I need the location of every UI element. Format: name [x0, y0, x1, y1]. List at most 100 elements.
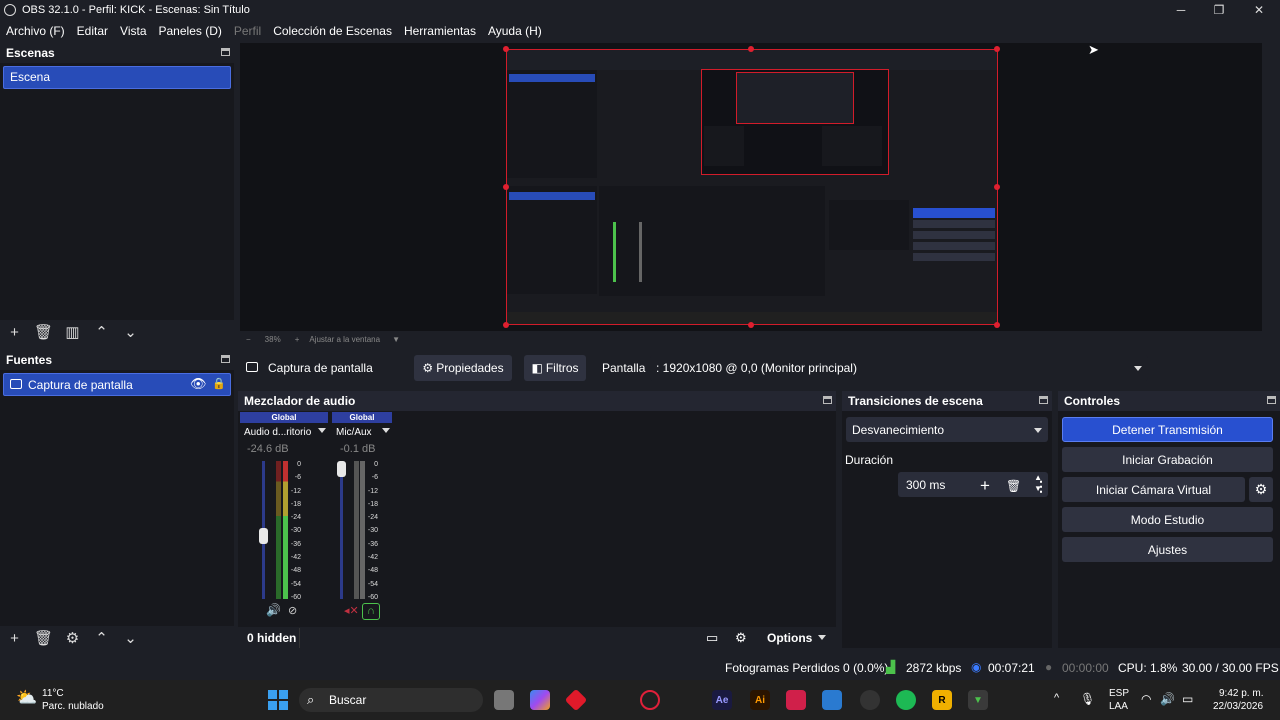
resize-handle[interactable] [748, 322, 754, 328]
resize-handle[interactable] [994, 322, 1000, 328]
gear-icon[interactable]: ⚙ [58, 629, 87, 647]
volume-icon[interactable]: 🔊 [1160, 692, 1175, 706]
start-virtual-camera-button[interactable]: Iniciar Cámara Virtual [1062, 477, 1245, 502]
speaker-icon[interactable]: 🔊 [266, 603, 281, 617]
bitrate: 2872 kbps [906, 661, 962, 675]
volume-slider-thumb[interactable] [337, 461, 346, 477]
trash-icon[interactable]: 🗑 [29, 629, 58, 647]
trash-icon[interactable]: 🗑 [29, 323, 58, 341]
channel-volume-db: -0.1 dB [340, 443, 376, 455]
down-arrow-icon[interactable]: ⌄ [116, 629, 145, 647]
zoom-out-button[interactable]: − [246, 335, 251, 344]
menu-perfil[interactable]: Perfil [234, 24, 261, 38]
chevron-down-icon[interactable]: ▼ [392, 335, 400, 344]
mixer-channel: Global Audio d...ritorio -24.6 dB [240, 412, 328, 455]
resize-handle[interactable] [503, 46, 509, 52]
layout-icon[interactable]: ▭ [706, 630, 718, 646]
lock-icon[interactable]: 🔒 [212, 377, 226, 390]
photos-icon[interactable] [822, 690, 842, 710]
resize-handle[interactable] [748, 46, 754, 52]
add-icon[interactable]: + [0, 630, 29, 647]
chevron-down-icon[interactable] [318, 428, 326, 433]
down-arrow-icon[interactable]: ⌄ [116, 323, 145, 341]
resize-handle[interactable] [503, 184, 509, 190]
settings-button[interactable]: Ajustes [1062, 537, 1273, 562]
app-icon[interactable]: ▼ [968, 690, 988, 710]
mini-meter [639, 222, 642, 282]
sources-toolbar: + 🗑 ⚙ ⌃ ⌄ [0, 628, 145, 648]
menu-coleccion[interactable]: Colección de Escenas [273, 24, 392, 38]
undock-icon[interactable] [823, 396, 832, 404]
menu-editar[interactable]: Editar [77, 24, 108, 38]
obs-taskbar-icon[interactable] [860, 690, 880, 710]
zoom-in-button[interactable]: + [295, 335, 300, 344]
clock-time[interactable]: 9:42 p. m. [1219, 688, 1263, 699]
source-item[interactable]: Captura de pantalla 👁 🔒 [3, 373, 231, 396]
add-icon[interactable]: + [0, 324, 29, 341]
start-recording-button[interactable]: Iniciar Grabación [1062, 447, 1273, 472]
filters-button[interactable]: ◧ Filtros [524, 355, 586, 381]
resize-handle[interactable] [503, 322, 509, 328]
resize-handle[interactable] [994, 184, 1000, 190]
trash-icon[interactable]: 🗑 [1006, 479, 1021, 493]
copilot-icon[interactable] [530, 690, 550, 710]
chevron-up-icon[interactable]: ^ [1054, 692, 1059, 704]
undock-icon[interactable] [221, 355, 230, 363]
source-item-label: Captura de pantalla [28, 378, 133, 392]
lang-primary[interactable]: ESP [1109, 688, 1129, 699]
menu-herramientas[interactable]: Herramientas [404, 24, 476, 38]
wifi-icon[interactable]: ◠ [1141, 692, 1151, 706]
illustrator-icon[interactable]: Ai [750, 690, 770, 710]
search-box[interactable]: ⌕ Buscar [299, 688, 483, 712]
duration-input[interactable]: 300 ms ▲ ▼ [898, 472, 1048, 497]
volume-slider-track[interactable] [340, 461, 343, 599]
more-icon[interactable]: ⋮ [1034, 478, 1048, 495]
volume-slider-thumb[interactable] [259, 528, 268, 545]
menu-paneles[interactable]: Paneles (D) [159, 24, 222, 38]
eye-icon[interactable]: 👁 [190, 376, 207, 392]
clock-date[interactable]: 22/03/2026 [1213, 701, 1263, 712]
spotify-icon[interactable] [896, 690, 916, 710]
muted-speaker-icon[interactable]: ◂✕ [344, 604, 359, 617]
undock-icon[interactable] [1267, 396, 1276, 404]
file-explorer-icon[interactable] [494, 690, 514, 710]
studio-mode-button[interactable]: Modo Estudio [1062, 507, 1273, 532]
hidden-count: 0 hidden [247, 631, 297, 645]
after-effects-icon[interactable]: Ae [712, 690, 732, 710]
lang-secondary[interactable]: LAA [1109, 701, 1128, 712]
add-icon[interactable]: + [980, 476, 990, 496]
properties-button[interactable]: ⚙ Propiedades [414, 355, 512, 381]
gear-icon[interactable]: ⚙ [1249, 477, 1273, 502]
weather-icon[interactable]: ⛅ [16, 688, 37, 708]
microphone-icon[interactable]: 🎙 [1080, 692, 1095, 706]
windows-start-icon[interactable] [268, 690, 288, 710]
undock-icon[interactable] [1039, 396, 1048, 404]
headphones-icon[interactable]: ∩ [362, 603, 380, 620]
fit-window-select[interactable]: Ajustar a la ventana [309, 335, 380, 344]
creative-cloud-icon[interactable] [786, 690, 806, 710]
maximize-button[interactable]: ❐ [1200, 0, 1238, 20]
chevron-down-icon[interactable] [382, 428, 390, 433]
options-button[interactable]: Options [767, 631, 812, 645]
filter-icon[interactable]: ▥ [58, 323, 87, 341]
preview-source[interactable] [506, 49, 998, 325]
display-select[interactable]: : 1920x1080 @ 0,0 (Monitor principal) [650, 355, 1148, 381]
chevron-down-icon[interactable] [818, 635, 826, 640]
menu-archivo[interactable]: Archivo (F) [6, 24, 65, 38]
stop-stream-button[interactable]: Detener Transmisión [1062, 417, 1273, 442]
up-arrow-icon[interactable]: ⌃ [87, 323, 116, 341]
minimize-button[interactable]: ─ [1162, 0, 1200, 20]
battery-icon[interactable]: ▭ [1182, 692, 1193, 706]
menu-ayuda[interactable]: Ayuda (H) [488, 24, 542, 38]
menu-vista[interactable]: Vista [120, 24, 146, 38]
scene-item[interactable]: Escena [3, 66, 231, 89]
undock-icon[interactable] [221, 48, 230, 56]
monitor-off-icon[interactable]: ⊘ [288, 604, 297, 617]
gear-icon[interactable]: ⚙ [735, 630, 747, 646]
rockstar-icon[interactable]: R [932, 690, 952, 710]
opera-icon[interactable] [640, 690, 660, 710]
close-button[interactable]: ✕ [1240, 0, 1278, 20]
up-arrow-icon[interactable]: ⌃ [87, 629, 116, 647]
resize-handle[interactable] [994, 46, 1000, 52]
transition-select[interactable]: Desvanecimiento [846, 417, 1048, 442]
